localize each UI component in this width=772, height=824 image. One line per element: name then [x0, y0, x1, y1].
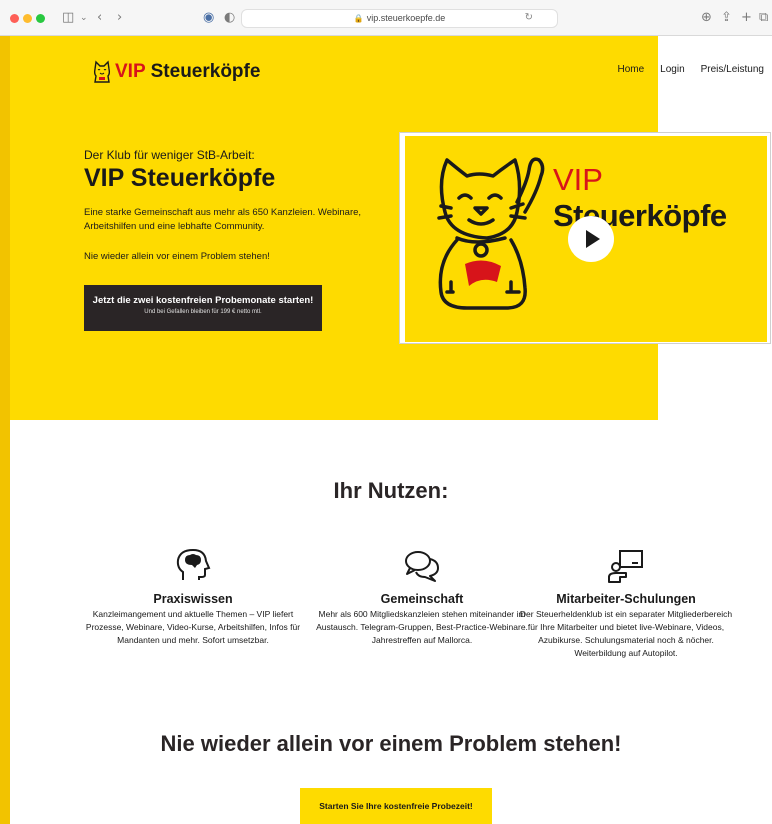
- section2-title: Nie wieder allein vor einem Problem steh…: [160, 731, 622, 756]
- nav-item-login[interactable]: Login: [652, 60, 692, 79]
- benefit-description: Kanzleimangement und aktuelle Themen – V…: [85, 609, 301, 645]
- logo-vip-text: VIP: [115, 61, 146, 82]
- zoom-window-button[interactable]: [36, 14, 45, 23]
- lucky-cat-logo-icon: [93, 60, 111, 83]
- tabs-icon[interactable]: ⧉: [759, 10, 768, 26]
- minimize-window-button[interactable]: [23, 14, 32, 23]
- forward-icon[interactable]: ›: [117, 10, 122, 26]
- trial-cta-button[interactable]: Jetzt die zwei kostenfreien Probemonate …: [84, 285, 322, 331]
- sidebar-icon[interactable]: ◫: [62, 10, 74, 26]
- hero-description: Eine starke Gemeinschaft aus mehr als 65…: [84, 207, 362, 232]
- benefit-description: Der Steuerheldenklub ist ein separater M…: [519, 609, 733, 658]
- benefits-title: Ihr Nutzen:: [333, 478, 449, 503]
- new-tab-icon[interactable]: +: [741, 10, 752, 26]
- shield-icon[interactable]: ◐: [224, 10, 235, 26]
- chat-bubbles-icon: [405, 551, 439, 582]
- play-button[interactable]: [568, 216, 614, 262]
- logo[interactable]: VIP Steuerköpfe: [92, 60, 260, 84]
- nav-item-preis-leistung[interactable]: Preis/Leistung: [693, 60, 772, 79]
- benefit-title: Gemeinschaft: [380, 592, 464, 606]
- close-window-button[interactable]: [10, 14, 19, 23]
- lock-icon: 🔒: [353, 14, 364, 23]
- benefit-praxiswissen: Praxiswissen Kanzleimangement und aktuel…: [78, 546, 308, 647]
- start-trial-button[interactable]: Starten Sie Ihre kostenfreie Probezeit!: [300, 788, 492, 824]
- benefit-mitarbeiter-schulungen: Mitarbeiter-Schulungen Der Steuerheldenk…: [511, 546, 741, 660]
- share-icon[interactable]: ⇪: [721, 10, 732, 26]
- chevron-down-icon[interactable]: ⌄: [80, 10, 88, 26]
- trial-cta-label: Jetzt die zwei kostenfreien Probemonate …: [92, 295, 314, 306]
- brain-head-icon: [176, 548, 211, 580]
- main-nav: Home Login Preis/Leistung: [609, 60, 772, 79]
- logo-name-text: Steuerköpfe: [150, 61, 261, 82]
- browser-toolbar: ◫ ⌄ ‹ › ◉ ◐ 🔒 vip.steuerkoepfe.de ↻ ⊕ ⇪ +…: [0, 0, 772, 36]
- reload-icon[interactable]: ↻: [525, 12, 533, 23]
- hero-tagline: Der Klub für weniger StB-Arbeit:: [84, 148, 255, 162]
- benefit-description: Mehr als 600 Mitgliedskanzleien stehen m…: [316, 609, 528, 645]
- lucky-cat-icon: [437, 157, 545, 310]
- download-icon[interactable]: ⊕: [701, 10, 712, 26]
- play-icon: [586, 230, 600, 248]
- presentation-icon: [608, 550, 643, 583]
- video-vip-text: VIP: [553, 162, 603, 197]
- back-icon[interactable]: ‹: [97, 10, 102, 26]
- video-thumbnail: VIP Steuerköpfe: [405, 136, 767, 342]
- trial-cta-sublabel: Und bei Gefallen bleiben für 199 € netto…: [144, 309, 262, 315]
- url-text: vip.steuerkoepfe.de: [366, 13, 446, 23]
- hero-subline: Nie wieder allein vor einem Problem steh…: [84, 251, 270, 262]
- benefit-title: Praxiswissen: [153, 592, 233, 606]
- hero-title: VIP Steuerköpfe: [84, 164, 276, 192]
- address-bar[interactable]: 🔒 vip.steuerkoepfe.de ↻: [241, 9, 558, 28]
- benefit-gemeinschaft: Gemeinschaft Mehr als 600 Mitgliedskanzl…: [307, 546, 537, 647]
- nav-item-home[interactable]: Home: [609, 60, 652, 79]
- benefit-title: Mitarbeiter-Schulungen: [556, 592, 696, 606]
- extension-icon[interactable]: ◉: [203, 10, 214, 26]
- page: VIP Steuerköpfe Der Klub für weniger StB…: [10, 36, 772, 824]
- video-player[interactable]: VIP Steuerköpfe: [399, 132, 771, 344]
